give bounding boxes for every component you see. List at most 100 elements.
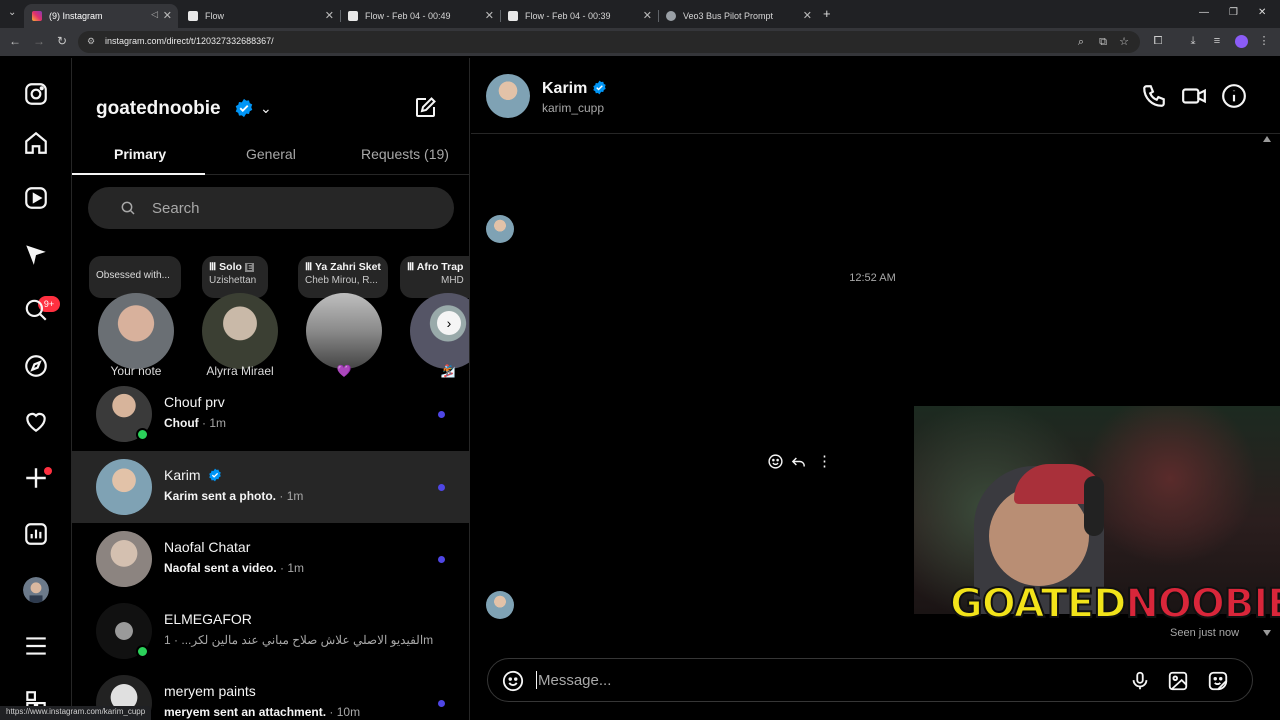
emoji-icon[interactable] <box>502 670 524 692</box>
conversation-item-selected[interactable]: Karim Karim sent a photo. · 1m <box>72 451 469 523</box>
tab-search-icon[interactable]: ⌄ <box>8 7 16 18</box>
verified-badge-icon <box>209 468 221 482</box>
note-song-title: Ya Zahri Sket <box>314 261 381 273</box>
chevron-right-icon[interactable]: › <box>437 311 461 335</box>
note-song-title: Afro Trap <box>416 261 464 273</box>
conversation-preview: Naofal sent a video. · 1m <box>164 561 304 575</box>
sticker-icon[interactable] <box>1207 670 1229 692</box>
browser-menu-icon[interactable]: ⋮ <box>1258 35 1270 47</box>
minimize-icon[interactable]: — <box>1199 7 1209 18</box>
home-icon[interactable] <box>23 130 49 156</box>
conversation-name: Karim <box>164 467 201 483</box>
tab-requests[interactable]: Requests (19) <box>361 146 449 162</box>
search-icon[interactable] <box>23 297 49 323</box>
streamer-logo: GOATEDNOOBIE <box>949 580 1280 628</box>
account-username[interactable]: goatednoobie <box>96 98 221 120</box>
sender-avatar[interactable] <box>486 591 514 619</box>
separator: · <box>198 416 210 430</box>
close-tab-icon[interactable]: ✕ <box>643 9 652 22</box>
avatar[interactable] <box>486 74 530 118</box>
compose-icon[interactable] <box>414 95 438 119</box>
media-control-icon[interactable]: ≡ <box>1211 35 1223 47</box>
video-call-icon[interactable] <box>1181 83 1207 109</box>
maximize-icon[interactable]: ❐ <box>1229 7 1238 18</box>
close-tab-icon[interactable]: ✕ <box>803 9 812 22</box>
note-bubble[interactable]: Ⅲ Afro Trap MHD <box>400 256 469 298</box>
avatar[interactable] <box>98 293 174 369</box>
separator: · <box>276 561 288 575</box>
close-tab-icon[interactable]: ✕ <box>163 9 172 22</box>
phone-icon[interactable] <box>1141 83 1167 109</box>
reload-icon[interactable]: ↻ <box>57 34 67 48</box>
chat-contact-name[interactable]: Karim <box>542 80 587 98</box>
conversation-item[interactable]: Chouf prv Chouf · 1m <box>72 378 469 450</box>
preview-time: 1m <box>286 489 304 503</box>
preview-text: Naofal sent a video. <box>164 561 277 575</box>
close-tab-icon[interactable]: ✕ <box>325 9 334 22</box>
preview-text: meryem sent an attachment. <box>164 705 327 719</box>
tab-general[interactable]: General <box>246 146 296 162</box>
conversation-preview: الفيديو الاصلي علاش صلاح مباني عند مالين… <box>164 633 433 647</box>
tab-instagram[interactable]: (9) Instagram ◁ ✕ <box>24 4 178 28</box>
tab-title: Veo3 Bus Pilot Prompt <box>683 11 774 21</box>
conversation-item[interactable]: Naofal Chatar Naofal sent a video. · 1m <box>72 523 469 595</box>
address-bar[interactable]: ⚙ instagram.com/direct/t/120327332688367… <box>78 31 1140 53</box>
conversation-name: Naofal Chatar <box>164 539 251 555</box>
tab-flow-0039[interactable]: Flow - Feb 04 - 00:39 ✕ <box>500 4 659 28</box>
zoom-icon[interactable]: ⌕ <box>1075 36 1087 48</box>
tab-flow-0049[interactable]: Flow - Feb 04 - 00:49 ✕ <box>340 4 501 28</box>
avatar[interactable] <box>306 293 382 369</box>
emoji-react-icon[interactable] <box>767 453 784 470</box>
tab-primary[interactable]: Primary <box>114 146 166 162</box>
sender-avatar[interactable] <box>486 215 514 243</box>
tab-flow[interactable]: Flow ✕ <box>180 4 341 28</box>
download-icon[interactable]: ⤓ <box>1187 35 1199 47</box>
search-input[interactable]: Search <box>88 187 454 229</box>
site-info-icon[interactable]: ⚙ <box>87 36 95 47</box>
note-text: Obsessed with... <box>96 270 170 281</box>
new-tab-button[interactable]: + <box>823 6 831 21</box>
conversation-preview: Chouf · 1m <box>164 416 226 430</box>
profile-avatar-icon[interactable] <box>1235 35 1248 48</box>
chat-contact-handle[interactable]: karim_cupp <box>542 101 604 115</box>
messages-icon[interactable] <box>23 241 49 267</box>
note-bubble[interactable]: Obsessed with... <box>89 256 181 298</box>
tab-veo3[interactable]: Veo3 Bus Pilot Prompt ✕ <box>658 4 818 28</box>
conversation-name: ELMEGAFOR <box>164 611 252 627</box>
nav-rail: 9+ <box>0 58 72 720</box>
back-icon[interactable]: ← <box>9 34 21 48</box>
close-window-icon[interactable]: ✕ <box>1258 7 1266 18</box>
heart-icon[interactable] <box>23 409 49 435</box>
forward-icon[interactable]: → <box>33 34 45 48</box>
preview-text: الفيديو الاصلي علاش صلاح مباني عند مالين… <box>181 633 424 647</box>
instagram-logo-icon[interactable] <box>23 81 49 107</box>
preview-time: 1m <box>287 561 305 575</box>
explore-icon[interactable] <box>23 353 49 379</box>
menu-icon[interactable] <box>23 633 49 659</box>
extensions-icon[interactable]: ⧠ <box>1152 35 1164 47</box>
install-app-icon[interactable]: ⧉ <box>1097 36 1109 48</box>
tab-title: Flow - Feb 04 - 00:39 <box>525 11 611 21</box>
chevron-down-icon[interactable]: ⌄ <box>260 100 272 117</box>
url-text: instagram.com/direct/t/120327332688367/ <box>105 36 274 46</box>
note-bubble[interactable]: Ⅲ Ya Zahri Sket Cheb Mirou, R... <box>298 256 388 298</box>
profile-icon[interactable] <box>23 577 49 603</box>
note-bubble[interactable]: Ⅲ Solo E Uzishettan <box>202 256 268 298</box>
microphone-icon[interactable] <box>1129 670 1151 692</box>
tab-title: Flow - Feb 04 - 00:49 <box>365 11 451 21</box>
conversation-item[interactable]: ELMEGAFOR الفيديو الاصلي علاش صلاح مباني… <box>72 595 469 667</box>
image-icon[interactable] <box>1167 670 1189 692</box>
close-tab-icon[interactable]: ✕ <box>485 9 494 22</box>
reply-icon[interactable] <box>790 453 807 470</box>
avatar[interactable] <box>202 293 278 369</box>
mute-icon[interactable]: ◁ <box>151 9 158 20</box>
create-icon[interactable] <box>23 465 49 491</box>
info-icon[interactable] <box>1221 83 1247 109</box>
dashboard-icon[interactable] <box>23 521 49 547</box>
message-composer[interactable]: Message... <box>487 658 1253 702</box>
avatar <box>96 531 152 587</box>
bookmark-star-icon[interactable]: ☆ <box>1118 36 1130 48</box>
seen-status: Seen just now <box>1170 627 1240 639</box>
more-options-icon[interactable]: ⋮ <box>817 452 832 470</box>
reels-icon[interactable] <box>23 185 49 211</box>
